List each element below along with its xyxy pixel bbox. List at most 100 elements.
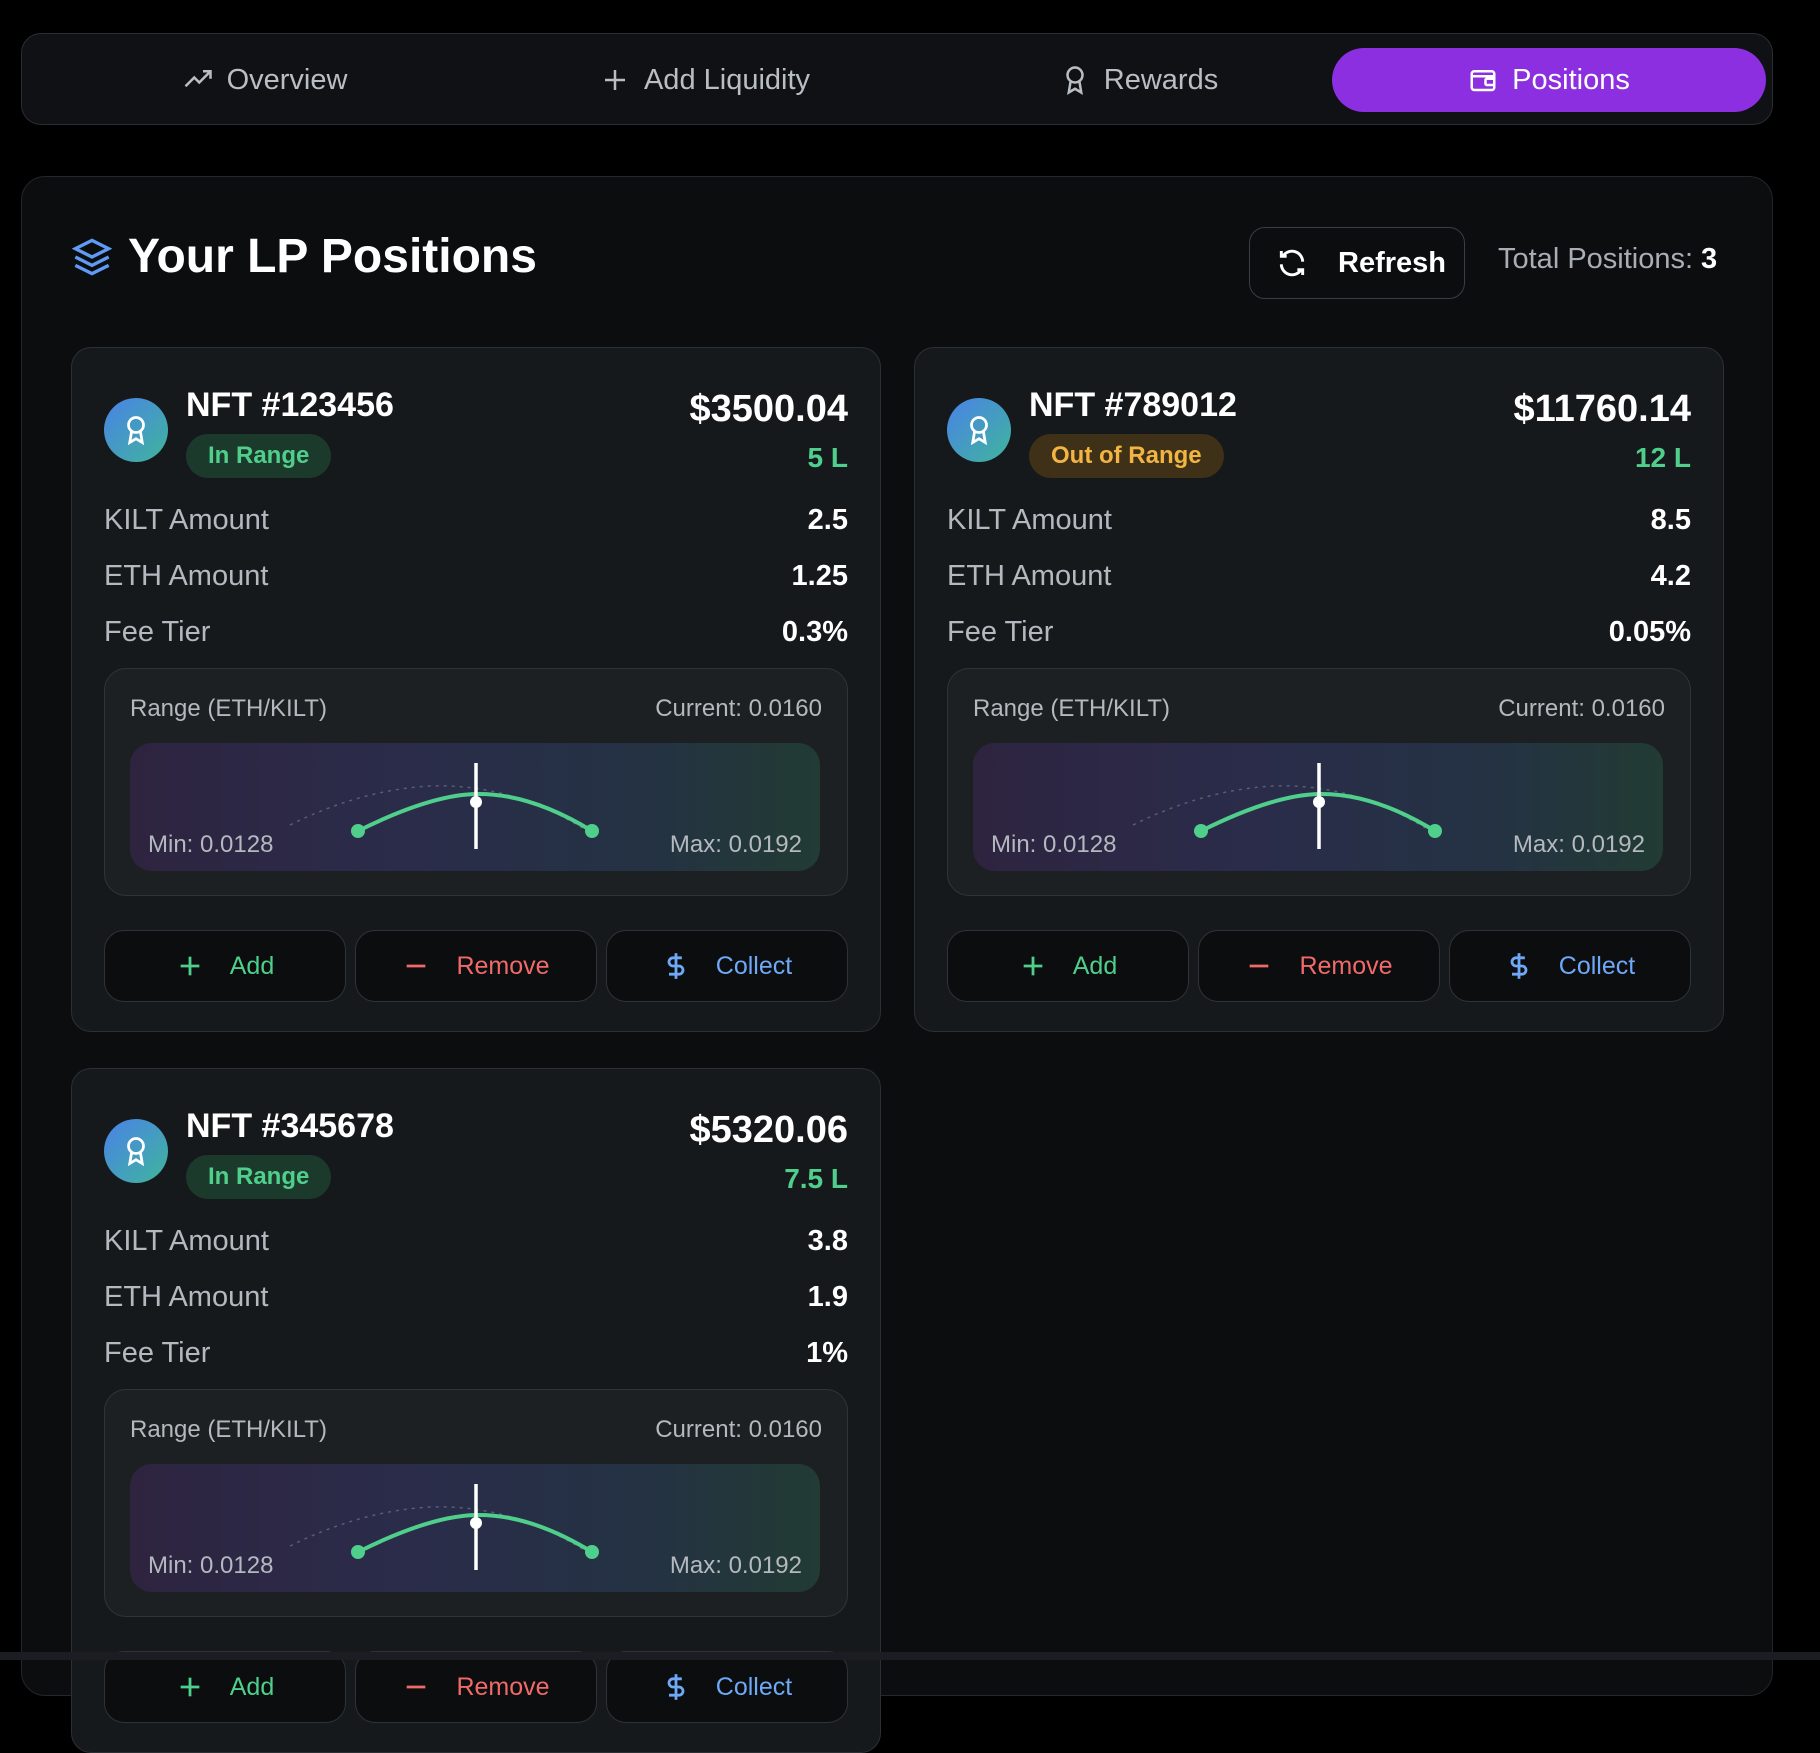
trending-up-icon — [184, 70, 212, 88]
eth-amount-row: ETH Amount 1.9 — [104, 1277, 848, 1317]
plus-icon — [180, 1677, 200, 1697]
kilt-amount-value: 3.8 — [807, 1224, 848, 1257]
panel-header: Your LP Positions — [72, 229, 537, 284]
range-min: Min: 0.0128 — [991, 831, 1117, 858]
nft-avatar — [104, 398, 168, 462]
collect-label: Collect — [715, 1672, 793, 1701]
eth-amount-label: ETH Amount — [104, 559, 269, 592]
award-icon — [1066, 66, 1084, 95]
range-max: Max: 0.0192 — [669, 831, 802, 858]
remove-label: Remove — [1299, 951, 1393, 980]
add-button[interactable]: Add — [947, 930, 1189, 1002]
kilt-amount-value: 8.5 — [1650, 503, 1691, 536]
eth-amount-label: ETH Amount — [947, 559, 1112, 592]
remove-label: Remove — [456, 951, 550, 980]
total-positions: Total Positions: 3 — [1498, 243, 1717, 276]
add-button[interactable]: Add — [104, 1651, 346, 1723]
add-button[interactable]: Add — [104, 930, 346, 1002]
range-max: Max: 0.0192 — [669, 1552, 802, 1579]
eth-amount-label: ETH Amount — [104, 1280, 269, 1313]
remove-button[interactable]: Remove — [1198, 930, 1440, 1002]
range-max: Max: 0.0192 — [1512, 831, 1645, 858]
eth-amount-row: ETH Amount 4.2 — [947, 556, 1691, 596]
wallet-icon — [1470, 70, 1496, 92]
dollar-icon — [667, 1674, 685, 1700]
refresh-button[interactable]: Refresh — [1249, 227, 1465, 299]
page: Overview Add Liquidity Rewards Positions… — [0, 0, 1820, 1753]
minus-icon — [407, 964, 426, 968]
page-title: Your LP Positions — [128, 230, 537, 283]
position-card: NFT #123456 In Range $3500.04 5 L KILT A… — [71, 347, 881, 1032]
range-label: Range (ETH/KILT) — [130, 695, 327, 722]
collect-button[interactable]: Collect — [606, 930, 848, 1002]
fee-tier-value: 0.05% — [1608, 615, 1691, 648]
kilt-amount-row: KILT Amount 3.8 — [104, 1221, 848, 1261]
collect-button[interactable]: Collect — [1449, 930, 1691, 1002]
refresh-icon — [1279, 249, 1305, 277]
dollar-icon — [1510, 953, 1528, 979]
tab-positions[interactable]: Positions — [1332, 48, 1766, 112]
tab-add-liquidity[interactable]: Add Liquidity — [488, 48, 922, 112]
nft-id: NFT #345678 — [186, 1107, 394, 1145]
range-plot: Min: 0.0128 Max: 0.0192 — [973, 743, 1663, 871]
position-liquidity: 12 L — [1634, 442, 1691, 473]
tab-label: Rewards — [1103, 63, 1219, 96]
fee-tier-row: Fee Tier 0.05% — [947, 612, 1691, 652]
range-current-price: Current: 0.0160 — [1498, 695, 1665, 722]
tab-rewards[interactable]: Rewards — [922, 48, 1356, 112]
range-plot: Min: 0.0128 Max: 0.0192 — [130, 1464, 820, 1592]
tab-label: Positions — [1512, 63, 1630, 96]
tab-overview[interactable]: Overview — [48, 48, 482, 112]
eth-amount-value: 1.25 — [791, 559, 848, 592]
kilt-amount-row: KILT Amount 2.5 — [104, 500, 848, 540]
collect-label: Collect — [1558, 951, 1636, 980]
minus-icon — [407, 1685, 426, 1689]
award-icon — [970, 416, 988, 445]
plus-icon — [180, 956, 200, 976]
eth-amount-row: ETH Amount 1.25 — [104, 556, 848, 596]
kilt-amount-label: KILT Amount — [104, 1224, 269, 1257]
tab-label: Add Liquidity — [643, 63, 811, 96]
remove-button[interactable]: Remove — [355, 1651, 597, 1723]
collect-button[interactable]: Collect — [606, 1651, 848, 1723]
position-value: $5320.06 — [689, 1109, 849, 1151]
fee-tier-label: Fee Tier — [104, 615, 211, 648]
eth-amount-value: 1.9 — [807, 1280, 848, 1313]
kilt-amount-label: KILT Amount — [947, 503, 1112, 536]
add-label: Add — [1072, 951, 1118, 980]
position-card: NFT #345678 In Range $5320.06 7.5 L KILT… — [71, 1068, 881, 1753]
tab-label: Overview — [226, 63, 348, 96]
bottom-edge-bar — [0, 1652, 1820, 1660]
range-label: Range (ETH/KILT) — [973, 695, 1170, 722]
fee-tier-value: 0.3% — [781, 615, 848, 648]
price-range-box: Range (ETH/KILT) Current: 0.0160 Min: 0.… — [947, 668, 1691, 896]
nft-avatar — [947, 398, 1011, 462]
range-current-price: Current: 0.0160 — [655, 1416, 822, 1443]
position-value: $11760.14 — [1513, 388, 1691, 430]
price-range-box: Range (ETH/KILT) Current: 0.0160 Min: 0.… — [104, 1389, 848, 1617]
add-label: Add — [229, 1672, 275, 1701]
fee-tier-row: Fee Tier 0.3% — [104, 612, 848, 652]
dollar-icon — [667, 953, 685, 979]
nft-avatar — [104, 1119, 168, 1183]
plus-icon — [604, 70, 625, 90]
remove-button[interactable]: Remove — [355, 930, 597, 1002]
fee-tier-label: Fee Tier — [104, 1336, 211, 1369]
position-card: NFT #789012 Out of Range $11760.14 12 L … — [914, 347, 1724, 1032]
nft-id: NFT #123456 — [186, 386, 394, 424]
price-range-box: Range (ETH/KILT) Current: 0.0160 Min: 0.… — [104, 668, 848, 896]
range-label: Range (ETH/KILT) — [130, 1416, 327, 1443]
range-plot: Min: 0.0128 Max: 0.0192 — [130, 743, 820, 871]
positions-panel: Your LP Positions Refresh Total Position… — [21, 176, 1773, 1753]
fee-tier-row: Fee Tier 1% — [104, 1333, 848, 1373]
position-value: $3500.04 — [689, 388, 849, 430]
nft-id: NFT #789012 — [1029, 386, 1237, 424]
range-min: Min: 0.0128 — [148, 1552, 274, 1579]
add-label: Add — [229, 951, 275, 980]
fee-tier-label: Fee Tier — [947, 615, 1054, 648]
kilt-amount-label: KILT Amount — [104, 503, 269, 536]
status-badge: In Range — [186, 1155, 332, 1199]
total-positions-count: 3 — [1701, 243, 1718, 275]
minus-icon — [1250, 964, 1269, 968]
position-liquidity: 5 L — [807, 442, 848, 473]
